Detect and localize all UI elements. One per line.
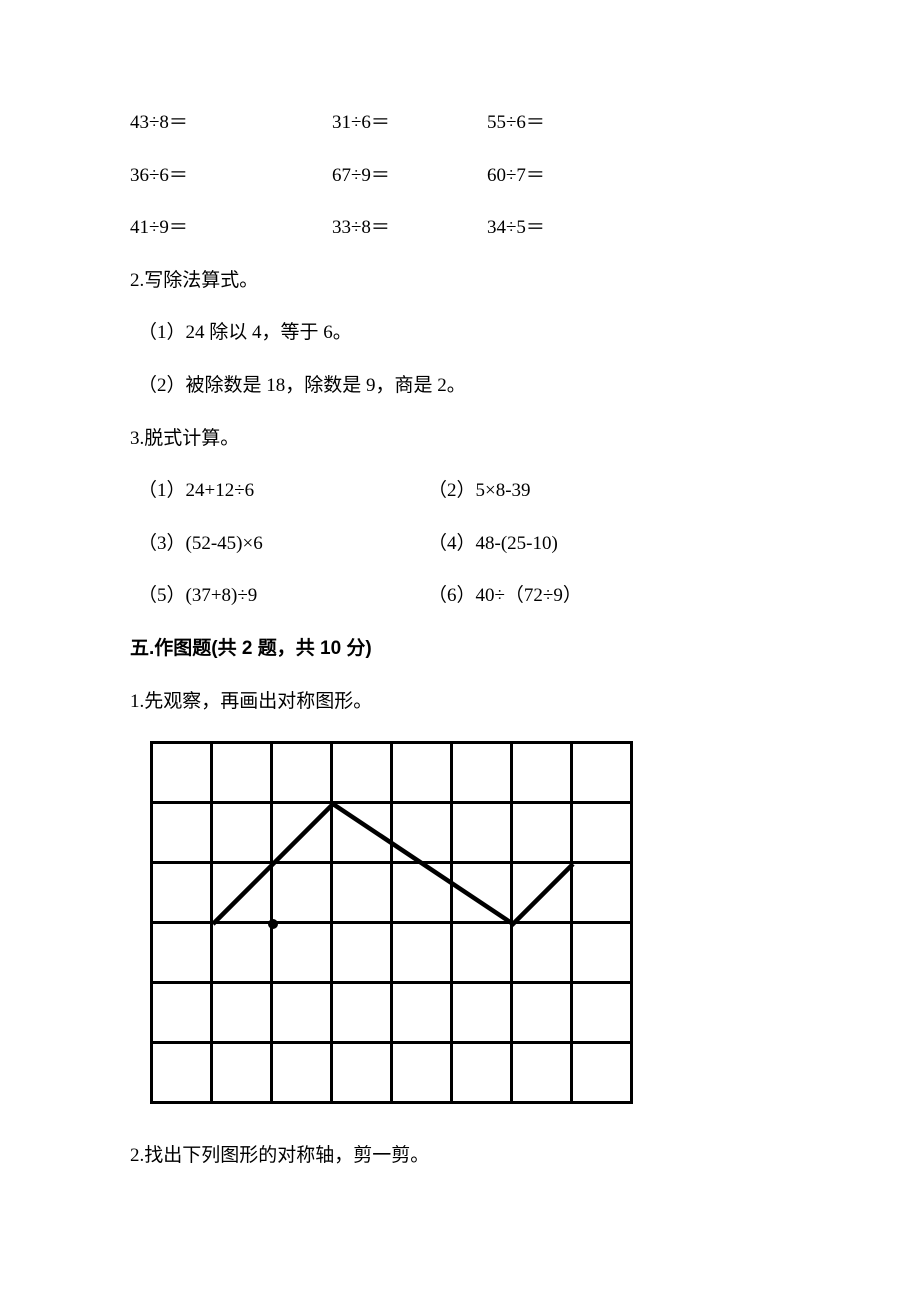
q3-expr-right: （6）40÷（72÷9）	[428, 583, 790, 610]
equation-cell: 31÷6＝	[332, 110, 487, 137]
q3-row: （1）24+12÷6 （2）5×8-39	[130, 478, 790, 505]
section5-heading: 五.作图题(共 2 题，共 10 分)	[130, 636, 790, 663]
grid-table	[150, 741, 633, 1104]
q3-expr-right: （2）5×8-39	[428, 478, 790, 505]
equation-row: 41÷9＝ 33÷8＝ 34÷5＝	[130, 215, 790, 242]
equation-cell: 34÷5＝	[487, 215, 627, 242]
equation-cell: 67÷9＝	[332, 163, 487, 190]
equation-row: 36÷6＝ 67÷9＝ 60÷7＝	[130, 163, 790, 190]
equation-cell: 55÷6＝	[487, 110, 627, 137]
equation-block: 43÷8＝ 31÷6＝ 55÷6＝ 36÷6＝ 67÷9＝ 60÷7＝ 41÷9…	[130, 110, 790, 242]
equation-cell: 33÷8＝	[332, 215, 487, 242]
equation-cell: 36÷6＝	[130, 163, 310, 190]
q3-expr-left: （5）(37+8)÷9	[130, 583, 428, 610]
section5-q1: 1.先观察，再画出对称图形。	[130, 689, 790, 716]
equation-cell: 43÷8＝	[130, 110, 310, 137]
q3-row: （3）(52-45)×6 （4）48-(25-10)	[130, 531, 790, 558]
q2-title: 2.写除法算式。	[130, 268, 790, 295]
page-content: 43÷8＝ 31÷6＝ 55÷6＝ 36÷6＝ 67÷9＝ 60÷7＝ 41÷9…	[0, 0, 920, 1255]
q3-expr-left: （1）24+12÷6	[130, 478, 428, 505]
equation-cell: 41÷9＝	[130, 215, 310, 242]
equation-row: 43÷8＝ 31÷6＝ 55÷6＝	[130, 110, 790, 137]
q3-title: 3.脱式计算。	[130, 426, 790, 453]
grid-container	[150, 741, 633, 1104]
equation-cell: 60÷7＝	[487, 163, 627, 190]
section5-q2: 2.找出下列图形的对称轴，剪一剪。	[130, 1143, 790, 1170]
q3-expr-right: （4）48-(25-10)	[428, 531, 790, 558]
q2-item-2: （2）被除数是 18，除数是 9，商是 2。	[130, 373, 790, 400]
q3-row: （5）(37+8)÷9 （6）40÷（72÷9）	[130, 583, 790, 610]
q2-item-1: （1）24 除以 4，等于 6。	[130, 320, 790, 347]
symmetry-grid-figure	[150, 741, 790, 1113]
q3-expr-left: （3）(52-45)×6	[130, 531, 428, 558]
